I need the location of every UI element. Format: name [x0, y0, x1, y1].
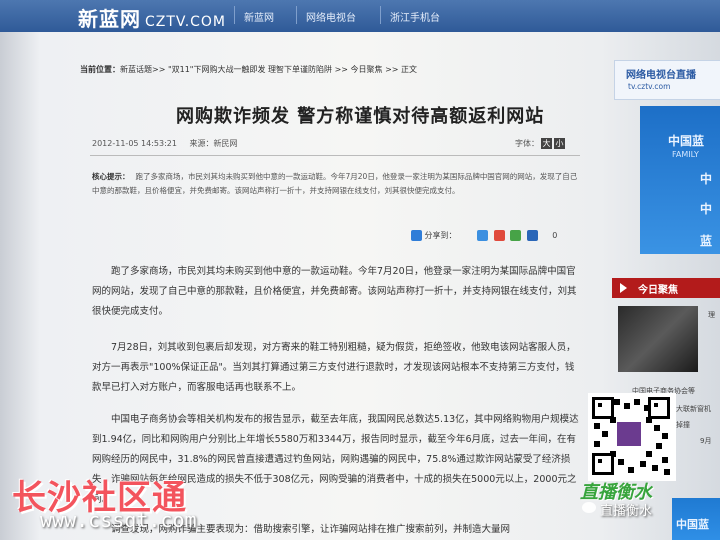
- nav-divider: [296, 6, 297, 24]
- nav-link-tv[interactable]: 网络电视台: [306, 9, 356, 24]
- font-size-label: 字体：: [515, 139, 539, 148]
- today-focus-label: 今日聚焦: [638, 285, 678, 296]
- bottom-ad-text: 中国蓝: [676, 518, 709, 531]
- qr-finder: [648, 397, 670, 419]
- tv-live-url[interactable]: tv.cztv.com: [628, 82, 670, 91]
- ad-line: 蓝: [700, 234, 713, 248]
- logo-text: 新蓝网: [78, 7, 141, 31]
- breadcrumb-path[interactable]: 新蓝话题>> "双11"下网购大战一触即发 理智下单谨防陷阱 >> 今日聚焦 >…: [120, 65, 417, 74]
- nav-divider: [234, 6, 235, 24]
- breadcrumb: 当前位置：新蓝话题>> "双11"下网购大战一触即发 理智下单谨防陷阱 >> 今…: [80, 64, 417, 75]
- ad-line: 中: [700, 172, 713, 186]
- paragraph-text: 跑了多家商场，市民刘其均未购买到他中意的一款运动鞋。今年7月20日，他登录一家注…: [92, 266, 577, 317]
- renren-icon[interactable]: [510, 230, 522, 241]
- play-arrow-icon: [620, 283, 627, 293]
- article-paragraph: 7月28日，刘其收到包裹后却发现，对方寄来的鞋工特别粗糙，疑为假货，拒绝签收，他…: [92, 338, 580, 398]
- article-title: 网购欺诈频发 警方称谨慎对待高额返利网站: [176, 106, 545, 127]
- site-logo[interactable]: 新蓝网 CZTV.COM: [78, 3, 226, 32]
- article-datetime: 2012-11-05 14:53:21: [92, 139, 177, 148]
- top-nav-bar: 新蓝网 CZTV.COM 新蓝网 网络电视台 浙江手机台: [0, 0, 720, 32]
- qr-finder: [592, 453, 614, 475]
- news-thumbnail[interactable]: [618, 306, 698, 372]
- article-meta: 2012-11-05 14:53:21 来源：新民网: [92, 138, 238, 149]
- screen: 新蓝网 CZTV.COM 新蓝网 网络电视台 浙江手机台 当前位置：新蓝话题>> …: [0, 0, 720, 540]
- qr-finder: [592, 397, 614, 419]
- share-bar: 分享到： 0: [408, 230, 557, 241]
- qr-center-logo: [617, 422, 641, 446]
- watermark-url: www.cssqt.com: [40, 508, 197, 532]
- summary-label: 核心提示：: [92, 172, 130, 181]
- tv-live-title: 网络电视台直播: [626, 70, 696, 81]
- paragraph-text: 7月28日，刘其收到包裹后却发现，对方寄来的鞋工特别粗糙，疑为假货，拒绝签收，他…: [92, 342, 576, 393]
- divider: [90, 155, 580, 156]
- sidebar-news-item[interactable]: 掉撞: [676, 420, 690, 430]
- share-plus-icon[interactable]: [411, 230, 422, 241]
- font-large-button[interactable]: 大: [541, 138, 552, 149]
- tencent-weibo-icon[interactable]: [526, 230, 538, 241]
- sidebar-news-item[interactable]: 大联新窗机: [676, 404, 711, 414]
- share-count: 0: [552, 231, 558, 240]
- nav-divider: [380, 6, 381, 24]
- share-label: 分享到：: [424, 231, 457, 240]
- font-size-control: 字体：大小: [515, 138, 565, 149]
- qzone-icon[interactable]: [477, 230, 489, 241]
- article-source: 来源：新民网: [189, 139, 238, 148]
- weibo-icon[interactable]: [493, 230, 505, 241]
- article-paragraph: 跑了多家商场，市民刘其均未购买到他中意的一款运动鞋。今年7月20日，他登录一家注…: [92, 262, 580, 322]
- ad-line: 中国蓝: [668, 134, 705, 148]
- sidebar-news-item[interactable]: 9月: [700, 436, 711, 446]
- article-summary: 核心提示： 跑了多家商场，市民刘其均未购买到他中意的一款运动鞋。今年7月20日，他…: [92, 170, 580, 198]
- logo-domain: CZTV.COM: [145, 14, 227, 30]
- breadcrumb-label: 当前位置：: [80, 65, 120, 74]
- nav-link-home[interactable]: 新蓝网: [244, 9, 274, 24]
- wechat-icon: [582, 502, 596, 513]
- font-small-button[interactable]: 小: [554, 138, 565, 149]
- nav-link-mobile[interactable]: 浙江手机台: [390, 9, 440, 24]
- summary-text: 跑了多家商场，市民刘其均未购买到他中意的一款运动鞋。今年7月20日，他登录一家注…: [92, 172, 578, 195]
- ad-line: 中: [700, 202, 713, 216]
- ad-line: FAMILY: [672, 150, 699, 159]
- wechat-account-name: 直播衡水: [600, 504, 653, 519]
- sidebar-news-item[interactable]: 理: [708, 310, 715, 320]
